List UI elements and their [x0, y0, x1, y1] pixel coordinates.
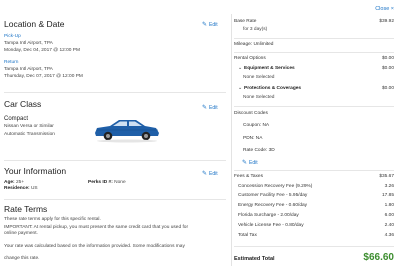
rate-terms-line: Your rate was calculated based on the in… [4, 244, 185, 249]
estimated-total-value: $66.60 [363, 252, 394, 263]
rate-terms-line: These rate terms apply for this specific… [4, 217, 101, 222]
car-class-name: Compact [4, 116, 29, 122]
car-model: Nissan Versa or Similar [4, 124, 54, 129]
pencil-icon: ✎ [202, 105, 208, 111]
fees-row: Fees & Taxes $35.67 [234, 174, 394, 179]
pdn: PDN: NA [243, 136, 263, 141]
price-summary: Base Rate $39.92 for 3 day(s) Mileage: Un… [234, 0, 400, 266]
age-label: Age: [4, 180, 15, 185]
estimated-total-label: Estimated Total [234, 256, 275, 262]
return-label: Return [4, 60, 19, 65]
divider [234, 52, 394, 53]
coupon: Coupon: NA [243, 123, 270, 128]
pencil-icon: ✎ [202, 171, 208, 177]
perks-value: None [114, 180, 126, 185]
age-value: 25+ [16, 180, 25, 185]
car-image [95, 120, 159, 143]
divider [234, 38, 394, 39]
return-place: Tampa Intl Airport, TPA [4, 67, 53, 72]
base-rate-days: for 3 day(s) [243, 27, 268, 32]
perks-label: Perks ID #: [88, 180, 113, 185]
chevron-down-icon: ⌄ [238, 66, 243, 71]
return-date: Thursday, Dec 07, 2017 @ 12:00 PM [4, 74, 83, 79]
car-transmission: Automatic Transmission [4, 132, 55, 137]
residence-value: US [30, 186, 38, 191]
chevron-down-icon: ⌄ [238, 86, 243, 91]
residence-label: Residence: [4, 186, 30, 191]
pickup-place: Tampa Intl Airport, TPA [4, 41, 53, 46]
divider [234, 246, 394, 247]
fee-row: Concession Recovery Fee (9.29%) 3.26 [238, 184, 394, 189]
base-rate-row: Base Rate $39.92 [234, 19, 394, 24]
your-info-edit-link[interactable]: ✎ Edit [202, 170, 218, 177]
discount-edit-link[interactable]: ✎ Edit [242, 159, 258, 166]
location-date-title: Location & Date [4, 19, 65, 29]
pickup-date: Monday, Dec 04, 2017 @ 12:00 PM [4, 48, 80, 53]
pencil-icon: ✎ [202, 22, 208, 28]
divider [234, 106, 394, 107]
rate-terms-line: change this rate. [4, 256, 40, 261]
car-class-edit-link[interactable]: ✎ Edit [202, 104, 218, 111]
perks-row: Perks ID #: None [88, 180, 126, 186]
car-class-title: Car Class [4, 99, 42, 109]
mileage: Mileage: Unlimited [234, 42, 274, 47]
divider [4, 160, 226, 161]
fee-row: Energy Recovery Fee - 0.60/day 1.80 [238, 203, 394, 208]
your-info-title: Your Information [4, 166, 67, 176]
divider [234, 170, 394, 171]
reservation-details: Location & Date ✎ Edit Pick-Up Tampa Intl… [0, 0, 228, 266]
pencil-icon: ✎ [242, 160, 248, 166]
column-divider [231, 14, 232, 266]
rate-terms-line: online payment. [4, 231, 38, 236]
location-edit-link[interactable]: ✎ Edit [202, 21, 218, 28]
residence-row: Residence: US [4, 186, 38, 192]
fee-row: Vehicle License Fee - 0.80/day 2.40 [238, 223, 394, 228]
protections-none: None Selected [243, 95, 275, 100]
rate-terms-title: Rate Terms [4, 204, 48, 214]
discount-title: Discount Codes [234, 111, 268, 116]
divider [4, 92, 226, 93]
rate-code: Rate Code: 3D [243, 148, 275, 153]
fee-row: Total Tax 4.36 [238, 233, 394, 238]
protections-row: ⌄ Protections & Coverages $0.00 [238, 86, 394, 91]
equipment-row: ⌄ Equipment & Services $0.00 [238, 66, 394, 71]
fee-row: Customer Facility Fee - 5.95/day 17.85 [238, 193, 394, 198]
fee-row: Florida Surcharge - 2.00/day 6.00 [238, 213, 394, 218]
pickup-label: Pick-Up [4, 34, 21, 39]
equipment-none: None Selected [243, 75, 275, 80]
rental-options-row: Rental Options $0.00 [234, 56, 394, 61]
divider [4, 199, 226, 200]
